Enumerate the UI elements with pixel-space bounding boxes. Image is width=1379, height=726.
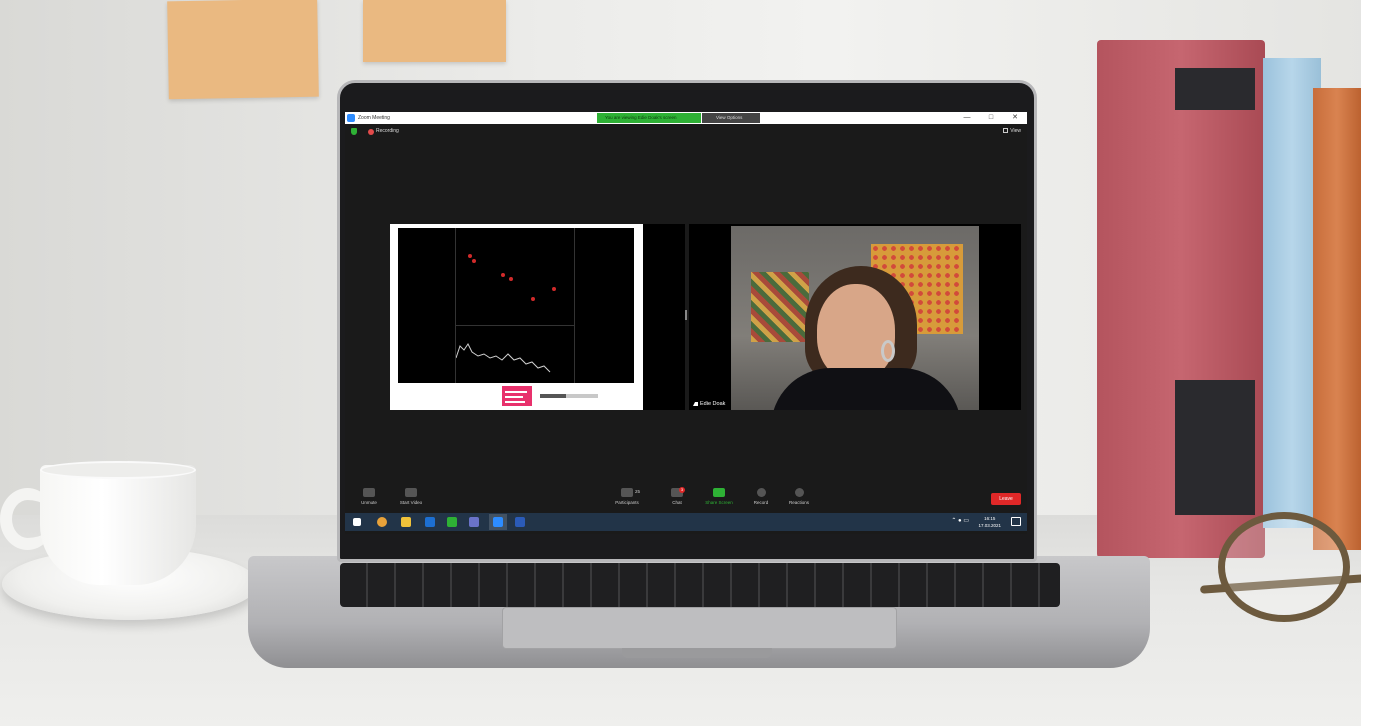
sticky-note <box>363 0 506 62</box>
participant-face <box>817 284 895 380</box>
earring <box>881 340 895 362</box>
view-button[interactable]: View <box>1003 128 1021 134</box>
stimulus-dot <box>472 259 476 263</box>
share-screen-icon <box>713 488 725 497</box>
participant-name-tag: Edie Doak <box>691 401 728 407</box>
shared-task-display <box>398 228 634 383</box>
view-options-button[interactable]: View Options <box>702 113 760 123</box>
participant-name: Edie Doak <box>700 401 726 407</box>
windows-taskbar: ⌃ ● ▭ 16:15 17.03.2021 <box>345 513 1027 531</box>
orange-book <box>1313 88 1361 550</box>
screen-share-banner[interactable]: You are viewing Edie Doak's screen <box>597 113 701 123</box>
zoom-screen: Zoom Meeting You are viewing Edie Doak's… <box>345 112 1027 534</box>
file-explorer-icon[interactable] <box>401 517 411 527</box>
grid-view-icon <box>1003 128 1009 134</box>
participant-video <box>731 226 979 410</box>
chat-button[interactable]: 3 Chat <box>657 487 697 505</box>
signal-trace <box>456 343 551 373</box>
microphone-muted-icon <box>363 488 375 497</box>
progress-fill <box>540 394 567 398</box>
windows-start-icon[interactable] <box>353 518 361 526</box>
progress-bar <box>540 394 598 398</box>
participants-icon <box>621 488 633 497</box>
reactions-label: Reactions <box>788 500 809 505</box>
share-screen-button[interactable]: Share Screen <box>699 488 739 505</box>
record-button[interactable]: Record <box>741 488 781 505</box>
shock-awards-logo <box>502 386 532 406</box>
window-title: Zoom Meeting <box>358 115 390 121</box>
zoom-logo-icon <box>347 114 355 122</box>
clock-date: 17.03.2021 <box>978 523 1001 528</box>
recording-icon <box>368 129 374 135</box>
eyeglasses <box>1218 512 1350 622</box>
word-icon[interactable] <box>515 517 525 527</box>
recording-label[interactable]: Recording <box>376 128 399 134</box>
start-video-button[interactable]: Start Video <box>391 488 431 505</box>
maximize-button[interactable]: □ <box>981 112 1001 124</box>
minimize-button[interactable]: — <box>957 112 977 124</box>
clock-time: 16:15 <box>984 516 996 521</box>
chat-badge: 3 <box>679 487 685 493</box>
evernote-icon[interactable] <box>447 517 457 527</box>
unmute-label: Unmute <box>361 500 377 505</box>
stimulus-dot <box>552 287 556 291</box>
laptop-notch <box>622 648 772 658</box>
image-border <box>1361 0 1379 726</box>
panel-gap <box>643 224 685 410</box>
participant-video-tile[interactable]: Edie Doak <box>689 224 1021 410</box>
meeting-info-row: Recording View <box>351 127 1021 137</box>
reactions-button[interactable]: Reactions <box>779 488 819 505</box>
clock[interactable]: 16:15 17.03.2021 <box>978 515 1001 529</box>
shield-icon[interactable] <box>351 128 357 135</box>
divider <box>455 325 574 326</box>
shared-screen <box>390 224 643 410</box>
trackpad <box>502 607 897 649</box>
chat-label: Chat <box>672 500 682 505</box>
wall-art <box>751 272 809 342</box>
cup-rim <box>40 461 196 479</box>
record-label: Record <box>753 500 769 505</box>
start-video-label: Start Video <box>399 500 423 505</box>
participant-body <box>771 368 961 410</box>
share-screen-label: Share Screen <box>705 500 733 505</box>
split-resize-handle[interactable] <box>685 310 687 320</box>
stimulus-dot <box>468 254 472 258</box>
meeting-toolbar: Unmute Start Video Participants 25 3 Cha… <box>345 485 1027 513</box>
stimulus-dot <box>501 273 505 277</box>
reactions-icon <box>794 488 804 497</box>
participants-button[interactable]: Participants <box>607 488 647 505</box>
coffee-cup <box>40 465 196 585</box>
signal-strength-icon <box>693 401 698 406</box>
notification-icon[interactable] <box>1011 517 1021 526</box>
record-icon <box>756 488 766 497</box>
laptop-keyboard <box>340 563 1060 607</box>
divider <box>574 228 575 383</box>
stimulus-dot <box>509 277 513 281</box>
sticky-note <box>167 0 319 100</box>
close-button[interactable]: ✕ <box>1005 112 1025 124</box>
unmute-button[interactable]: Unmute <box>349 488 389 505</box>
zoom-icon[interactable] <box>493 517 503 527</box>
view-label: View <box>1010 128 1021 134</box>
red-book <box>1097 40 1265 558</box>
system-tray-icons[interactable]: ⌃ ● ▭ <box>951 517 969 524</box>
outlook-icon[interactable] <box>425 517 435 527</box>
chrome-icon[interactable] <box>377 517 387 527</box>
participants-count: 25 <box>635 489 641 494</box>
leave-button[interactable]: Leave <box>991 493 1021 505</box>
stimulus-dot <box>531 297 535 301</box>
video-off-icon <box>405 488 417 497</box>
participants-label: Participants <box>615 500 639 505</box>
teams-icon[interactable] <box>469 517 479 527</box>
